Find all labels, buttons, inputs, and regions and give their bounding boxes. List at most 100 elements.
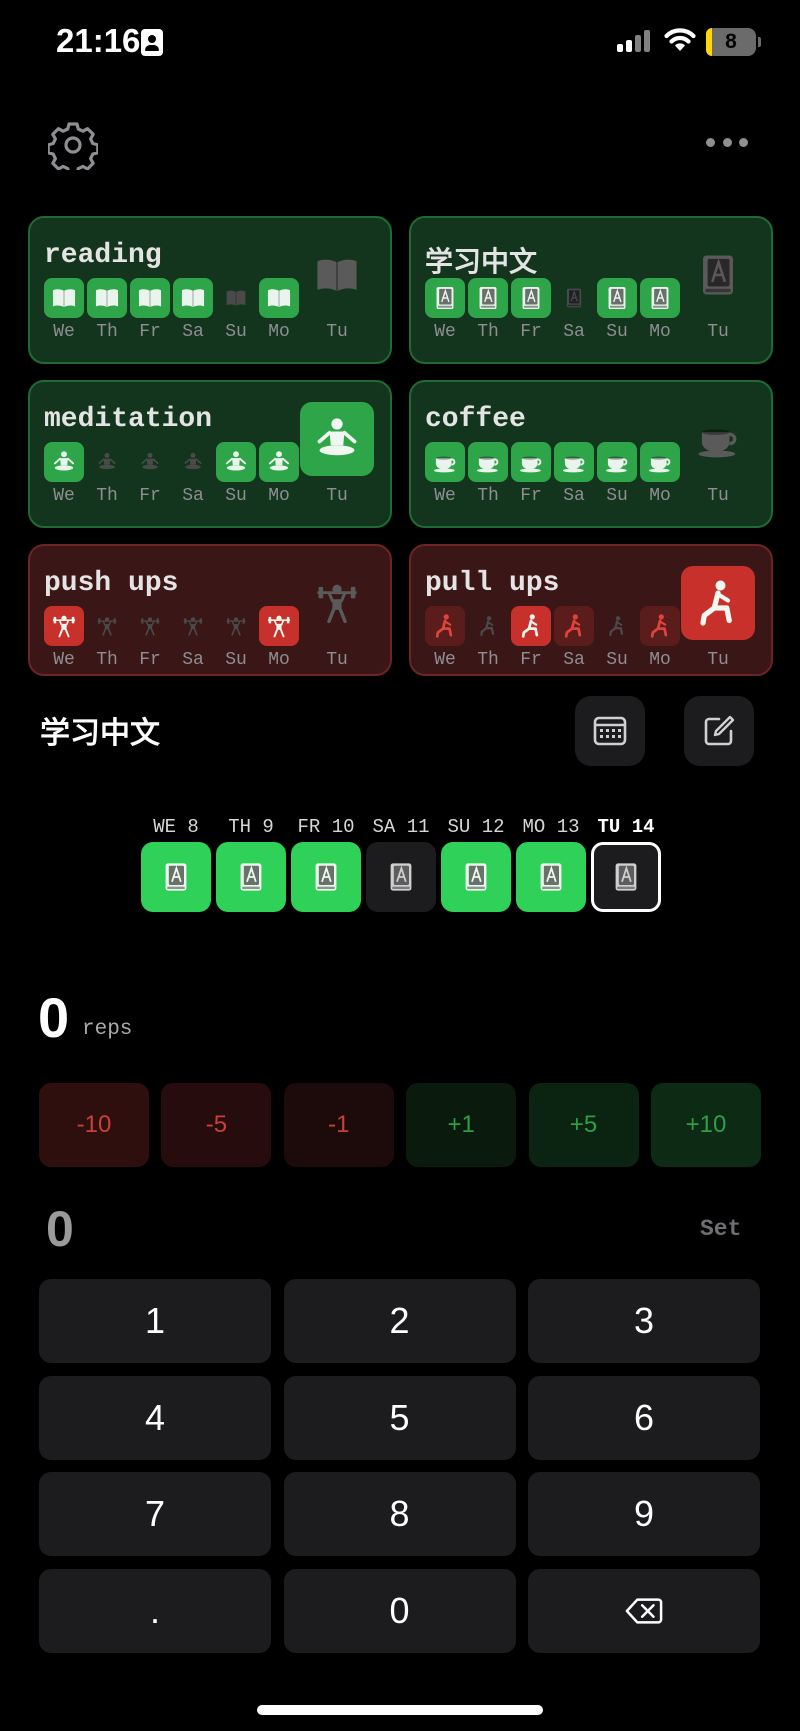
today-button[interactable] [681, 238, 755, 312]
day-cell[interactable]: Mo [259, 606, 299, 670]
day-cell[interactable]: Mo [640, 278, 680, 342]
day-cell[interactable]: Su [216, 278, 256, 342]
today-button[interactable] [681, 566, 755, 640]
habit-card[interactable]: coffee We Th Fr Sa Su Mo Tu [409, 380, 773, 528]
day-cell[interactable]: Su [597, 442, 637, 506]
week-day[interactable]: FR 10 [290, 816, 362, 912]
week-day[interactable]: TH 9 [215, 816, 287, 912]
keypad-key[interactable]: 4 [39, 1375, 271, 1460]
day-label: Fr [139, 650, 161, 670]
day-cell[interactable]: Th [87, 606, 127, 670]
today-button[interactable] [300, 238, 374, 312]
increment-button[interactable]: +10 [651, 1083, 761, 1167]
keypad-key[interactable]: 7 [39, 1472, 271, 1556]
day-cell[interactable]: Th [468, 606, 508, 670]
day-cell[interactable]: Su [597, 278, 637, 342]
day-cell[interactable]: Sa [554, 442, 594, 506]
week-day-cell[interactable] [291, 842, 361, 912]
day-cell[interactable]: Th [468, 442, 508, 506]
habit-card[interactable]: push ups We Th Fr Sa Su Mo Tu [28, 544, 392, 676]
habit-card[interactable]: reading We Th Fr Sa Su Mo Tu [28, 216, 392, 364]
week-day-cell[interactable] [366, 842, 436, 912]
day-cell[interactable]: Mo [259, 442, 299, 506]
keypad-key[interactable]: 5 [283, 1375, 516, 1460]
habit-card[interactable]: meditation We Th Fr Sa Su Mo Tu [28, 380, 392, 528]
day-indicator [597, 442, 637, 482]
day-cell[interactable]: Su [216, 442, 256, 506]
week-day-cell[interactable] [516, 842, 586, 912]
week-day-cell[interactable] [216, 842, 286, 912]
day-cell[interactable]: Th [87, 278, 127, 342]
day-cell[interactable]: We [425, 442, 465, 506]
day-cell[interactable]: Fr [130, 278, 170, 342]
calendar-button[interactable] [575, 696, 645, 766]
day-indicator [468, 442, 508, 482]
week-day[interactable]: TU 14 [590, 816, 662, 912]
day-cell[interactable]: Fr [511, 606, 551, 670]
increment-button[interactable]: -5 [161, 1083, 272, 1167]
week-day-cell[interactable] [591, 842, 661, 912]
day-indicator [511, 442, 551, 482]
day-cell[interactable]: We [44, 442, 84, 506]
edit-button[interactable] [684, 696, 754, 766]
habit-card[interactable]: pull ups We Th Fr Sa Su Mo Tu [409, 544, 773, 676]
day-cell[interactable]: Th [87, 442, 127, 506]
keypad-key[interactable]: 8 [283, 1472, 516, 1556]
keypad-key[interactable]: . [39, 1568, 271, 1653]
increment-button[interactable]: -1 [283, 1083, 394, 1167]
wifi-icon [664, 28, 696, 51]
today-label: Tu [326, 486, 348, 506]
keypad-key[interactable]: 0 [283, 1568, 516, 1653]
day-indicator [640, 278, 680, 318]
week-day-cell[interactable] [141, 842, 211, 912]
day-cell[interactable]: We [44, 606, 84, 670]
week-day[interactable]: MO 13 [515, 816, 587, 912]
day-cell[interactable]: Mo [640, 606, 680, 670]
home-indicator[interactable] [257, 1705, 543, 1715]
day-cell[interactable]: Fr [511, 442, 551, 506]
day-cell[interactable]: We [44, 278, 84, 342]
keypad-key[interactable]: 9 [528, 1472, 760, 1556]
day-cell[interactable]: Sa [173, 278, 213, 342]
today-button[interactable] [681, 402, 755, 476]
week-day[interactable]: WE 8 [140, 816, 212, 912]
day-cell[interactable]: Fr [511, 278, 551, 342]
day-cell[interactable]: We [425, 278, 465, 342]
set-button[interactable]: Set [700, 1216, 741, 1242]
increment-button[interactable]: -10 [39, 1083, 149, 1167]
increment-button[interactable]: +1 [406, 1083, 517, 1167]
ellipsis-icon[interactable] [706, 138, 748, 148]
day-label: We [434, 486, 456, 506]
day-label: Su [225, 322, 247, 342]
day-cell[interactable]: We [425, 606, 465, 670]
day-cell[interactable]: Mo [640, 442, 680, 506]
week-day[interactable]: SU 12 [440, 816, 512, 912]
week-day-label: SA 11 [372, 816, 430, 838]
day-cell[interactable]: Th [468, 278, 508, 342]
habit-title: reading [44, 240, 162, 271]
gear-icon[interactable] [48, 120, 98, 170]
today-button[interactable] [300, 402, 374, 476]
day-cell[interactable]: Sa [173, 606, 213, 670]
keypad-key[interactable]: 2 [283, 1279, 516, 1363]
keypad-key[interactable]: 6 [528, 1375, 760, 1460]
day-cell[interactable]: Sa [554, 606, 594, 670]
week-day[interactable]: SA 11 [365, 816, 437, 912]
habit-card[interactable]: 学习中文 We Th Fr Sa Su Mo Tu [409, 216, 773, 364]
day-cell[interactable]: Mo [259, 278, 299, 342]
backspace-key[interactable] [528, 1568, 760, 1653]
increment-button[interactable]: +5 [528, 1083, 639, 1167]
keypad-key[interactable]: 1 [39, 1279, 271, 1363]
day-cell[interactable]: Sa [554, 278, 594, 342]
day-cell[interactable]: Su [597, 606, 637, 670]
day-cell[interactable]: Sa [173, 442, 213, 506]
week-day-label: TH 9 [228, 816, 274, 838]
day-cell[interactable]: Fr [130, 442, 170, 506]
day-cell[interactable]: Su [216, 606, 256, 670]
day-indicator [44, 442, 84, 482]
day-cell[interactable]: Fr [130, 606, 170, 670]
keypad-key[interactable]: 3 [528, 1279, 760, 1363]
week-day-cell[interactable] [441, 842, 511, 912]
book-icon [317, 259, 357, 292]
today-button[interactable] [300, 566, 374, 640]
